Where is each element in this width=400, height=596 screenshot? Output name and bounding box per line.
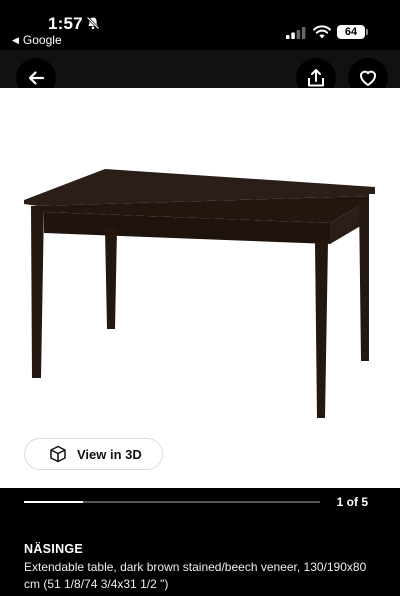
cellular-signal-icon	[286, 27, 306, 39]
heart-icon	[360, 70, 376, 86]
status-bar: 1:57 ◀ Google 64	[0, 0, 400, 50]
cube-icon	[50, 445, 66, 463]
share-icon	[308, 69, 324, 87]
pager-label: 1 of 5	[336, 495, 368, 509]
pager-progress-track	[24, 501, 320, 503]
product-name: NÄSINGE	[24, 542, 84, 556]
bell-slash-icon	[86, 16, 100, 30]
battery-indicator: 64	[337, 25, 368, 39]
wifi-icon	[313, 25, 331, 39]
product-nav-bar	[0, 50, 400, 98]
back-app-label: Google	[22, 33, 62, 47]
back-triangle-icon: ◀	[12, 34, 19, 45]
view-in-3d-button[interactable]: View in 3D	[24, 438, 163, 470]
product-image-carousel[interactable]: View in 3D	[0, 88, 400, 488]
arrow-left-icon	[28, 71, 45, 85]
status-time: 1:57	[48, 14, 83, 33]
back-to-app-link[interactable]: ◀ Google	[12, 33, 62, 47]
view-in-3d-label: View in 3D	[77, 446, 142, 462]
pager-progress-fill	[24, 501, 84, 503]
image-pager: 1 of 5	[0, 488, 400, 516]
product-image-table	[24, 169, 375, 418]
product-info: NÄSINGE Extendable table, dark brown sta…	[24, 542, 384, 593]
product-description: Extendable table, dark brown stained/bee…	[24, 560, 367, 591]
